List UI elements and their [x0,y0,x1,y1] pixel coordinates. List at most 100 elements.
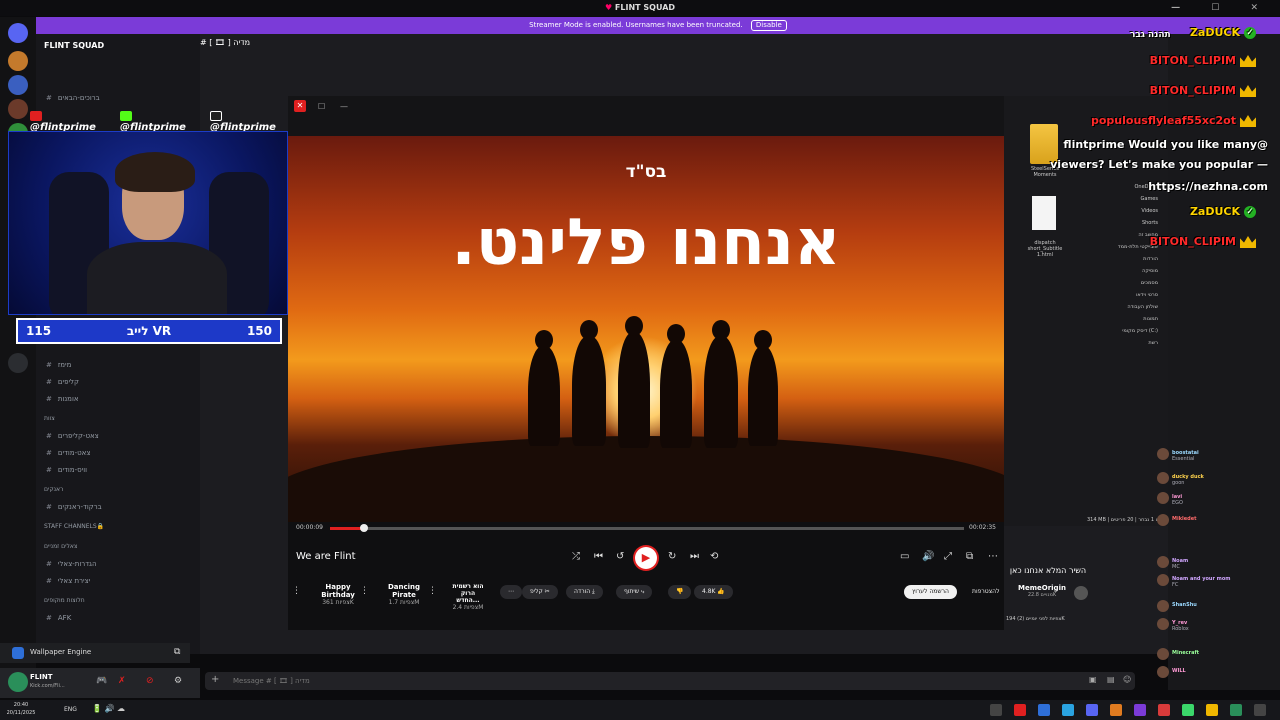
play-button[interactable]: ▶ [635,547,657,569]
volume-icon[interactable]: 🔊 [922,551,934,562]
channel-item[interactable]: # קליפים [46,378,196,386]
channel-item[interactable]: # וויס-מודים [46,466,196,474]
channel-category[interactable]: צוות [44,415,55,422]
channel-category[interactable]: חלוצות מוקופים [44,597,85,604]
forward-icon[interactable]: ↻ [668,551,676,562]
channel-item[interactable]: # צאט-קליפרים [46,432,196,440]
taskbar-app-icon[interactable] [1158,704,1170,716]
avatar[interactable] [1157,556,1169,568]
settings-icon[interactable]: ⚙ [174,676,182,686]
avatar[interactable] [1157,514,1169,526]
channel-item[interactable]: # הגדרות-צאלי [46,560,196,568]
message-bar[interactable]: + Message # [ 🎞 ] מדיה ▣ ▤ ☺ [205,672,1135,690]
server-icon[interactable] [8,51,28,71]
taskbar-app-icon[interactable] [1038,704,1050,716]
tray-icons[interactable]: 🔋 🔊 ☁ [92,704,125,713]
avatar[interactable] [1157,472,1169,484]
server-icon[interactable] [8,75,28,95]
explore-icon[interactable] [8,353,28,373]
recommendation-card[interactable]: Dancing Pirate צפיות 1.7M [384,583,424,606]
explorer-nav-item[interactable]: שולחן העבודה [1094,304,1158,310]
gif-icon[interactable]: ▣ [1089,675,1097,684]
taskbar-app-icon[interactable] [1086,704,1098,716]
discord-home-icon[interactable] [8,23,28,43]
file-icon[interactable] [1032,196,1056,230]
taskbar-app-icon[interactable] [990,704,1002,716]
download-button[interactable]: הורדה ⤓ [566,585,603,599]
taskbar-app-icon[interactable] [1062,704,1074,716]
video-frame[interactable]: בס"ד אנחנו פלינט. [288,136,1004,522]
channel-item[interactable]: # צאט-מודים [46,449,196,457]
progress-bar[interactable]: 00:00:09 00:02:35 [296,522,996,536]
channel-category[interactable]: צאלים זמניים [44,543,77,550]
kebab-icon[interactable]: ⋮ [428,586,437,596]
minimize-icon[interactable]: — [340,102,348,111]
captions-icon[interactable]: ▭ [900,551,909,562]
explorer-nav-item[interactable]: מחשב זה [1094,232,1158,238]
progress-knob[interactable] [359,524,368,532]
avatar[interactable] [1157,448,1169,460]
previous-icon[interactable]: ⏮ [594,551,603,562]
add-attachment-icon[interactable]: + [211,674,219,685]
channel-category[interactable]: ראנקים [44,486,63,493]
progress-track[interactable] [330,527,964,530]
channel-category[interactable]: STAFF CHANNELS🔒 [44,523,104,530]
avatar[interactable] [8,672,28,692]
taskbar-app-icon[interactable] [1110,704,1122,716]
channel-item[interactable]: # אומנות [46,395,196,403]
wallpaper-engine-bar[interactable]: Wallpaper Engine ⧉ [0,643,190,663]
channel-item[interactable]: # מימז [46,361,196,369]
restore-icon[interactable]: ☐ [318,102,325,111]
join-button[interactable]: להצטרפות [964,585,1008,599]
explorer-nav-item[interactable]: Shorts [1094,220,1158,226]
deafen-icon[interactable]: ⊘ [146,676,154,686]
taskbar-app-icon[interactable] [1230,704,1242,716]
message-input[interactable]: Message # [ 🎞 ] מדיה [233,677,310,685]
kebab-icon[interactable]: ⋮ [360,586,369,596]
sticker-icon[interactable]: ▤ [1107,675,1115,684]
close-icon[interactable]: ✕ [294,100,306,112]
server-icon[interactable] [8,99,28,119]
explorer-nav-item[interactable]: רשת [1094,340,1158,346]
windows-start-icon[interactable] [1254,704,1266,716]
channel-info[interactable]: MemeOrigin מנויים 22.8K [1018,584,1066,598]
channel-item[interactable]: # ברוכים-הבאים [46,94,196,102]
share-screen-icon[interactable]: ⧉ [174,647,180,657]
taskbar-app-icon[interactable] [1134,704,1146,716]
disable-streamer-mode-button[interactable]: Disable [750,20,787,31]
explorer-nav-item[interactable]: Videos [1094,208,1158,214]
emoji-icon[interactable]: ☺ [1123,675,1131,684]
explorer-nav-item[interactable]: מוסיקה [1094,268,1158,274]
recommendation-card[interactable]: הוא רשמית הרוק החדש... צפיות 2.4M [444,583,492,611]
dislike-button[interactable]: 👎 [668,585,692,599]
avatar[interactable] [1157,574,1169,586]
avatar[interactable] [1157,618,1169,630]
explorer-nav-item[interactable]: מסמכים [1094,280,1158,286]
rewind-icon[interactable]: ↺ [616,551,624,562]
explorer-nav-item[interactable]: סרטי וידאו [1094,292,1158,298]
explorer-nav-item[interactable]: אובייקטי תלת-ממד [1094,244,1158,250]
taskbar-app-icon[interactable] [1014,704,1026,716]
avatar[interactable] [1157,648,1169,660]
server-name[interactable]: FLINT SQUAD [44,41,104,50]
gamepad-icon[interactable]: 🎮 [96,676,107,686]
channel-item[interactable]: # AFK [46,614,196,622]
taskbar-app-icon[interactable] [1206,704,1218,716]
shuffle-icon[interactable]: ⤮ [572,551,580,562]
system-clock[interactable]: 20:40 20/11/2025 [4,701,38,717]
more-icon[interactable]: ⋯ [988,551,998,562]
kebab-icon[interactable]: ⋮ [292,586,301,596]
channel-item[interactable]: # ברקוד-ראנקים [46,503,196,511]
like-button[interactable]: 4.8K 👍 [694,585,733,599]
clip-button[interactable]: קליפ ✂ [522,585,558,599]
avatar[interactable] [1157,492,1169,504]
explorer-nav-item[interactable]: דיסק מקומי (C:) [1094,328,1158,334]
subscribe-button[interactable]: הרשמה לערוץ [904,585,957,599]
channel-item[interactable]: # יצירת צאלי [46,577,196,585]
avatar[interactable] [1157,666,1169,678]
channel-avatar[interactable] [1074,586,1088,600]
language-indicator[interactable]: ENG [64,706,77,713]
recommendation-card[interactable]: Happy Birthday צפיות 361K [318,583,358,606]
avatar[interactable] [1157,600,1169,612]
miniplayer-icon[interactable]: ⧉ [966,551,973,562]
